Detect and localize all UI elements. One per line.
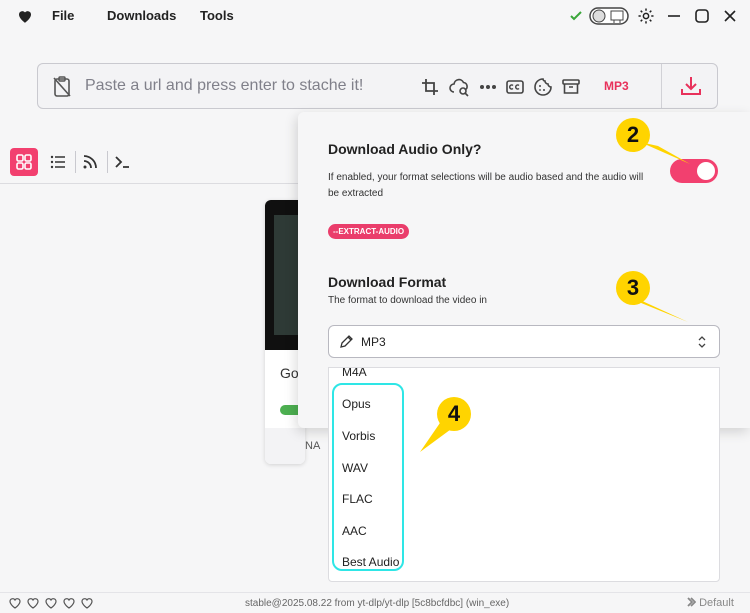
chevron-right-icon xyxy=(687,597,697,607)
theme-toggle-icon[interactable] xyxy=(589,6,629,26)
format-label[interactable]: MP3 xyxy=(604,79,629,93)
cloud-search-icon[interactable] xyxy=(448,77,472,97)
checkmark-icon xyxy=(566,6,586,26)
heart-icon xyxy=(19,11,31,23)
download-format-description: The format to download the video in xyxy=(328,295,487,306)
profile-selector[interactable]: Default xyxy=(686,597,734,609)
format-select-value: MP3 xyxy=(361,335,386,349)
download-icon[interactable] xyxy=(680,75,702,97)
heart-outline-icon xyxy=(63,598,75,609)
settings-icon[interactable] xyxy=(636,6,656,26)
format-select[interactable]: MP3 xyxy=(328,325,720,358)
card-title: Go xyxy=(280,365,299,381)
close-icon[interactable] xyxy=(720,6,740,26)
rss-view-button[interactable] xyxy=(76,148,104,176)
grid-view-button[interactable] xyxy=(10,148,38,176)
dropdown-option[interactable]: M4A xyxy=(342,368,367,379)
version-info: stable@2025.08.22 from yt-dlp/yt-dlp [5c… xyxy=(245,598,510,609)
options-highlight-box xyxy=(332,383,404,571)
chevron-updown-icon xyxy=(698,336,706,348)
terminal-view-button[interactable] xyxy=(108,148,136,176)
audio-only-title: Download Audio Only? xyxy=(328,141,482,157)
cookie-icon[interactable] xyxy=(533,77,553,97)
more-icon[interactable] xyxy=(478,77,498,97)
rss-icon xyxy=(83,155,97,169)
callout-2: 2 xyxy=(616,118,650,152)
grid-icon xyxy=(16,154,32,170)
audio-only-description: If enabled, your format selections will … xyxy=(328,172,644,199)
card-footer-label: NA xyxy=(305,440,321,452)
pencil-icon xyxy=(340,335,353,348)
profile-label: Default xyxy=(699,597,734,609)
url-bar[interactable]: Paste a url and press enter to stache it… xyxy=(37,63,718,109)
heart-outline-icon xyxy=(27,598,39,609)
captions-icon[interactable] xyxy=(505,77,525,97)
crop-icon[interactable] xyxy=(420,77,440,97)
extract-audio-flag-badge: --EXTRACT-AUDIO xyxy=(328,224,410,239)
maximize-icon[interactable] xyxy=(692,6,712,26)
list-icon xyxy=(50,155,65,169)
callout-4: 4 xyxy=(437,397,471,431)
terminal-icon xyxy=(115,156,129,168)
menu-file[interactable]: File xyxy=(52,8,74,23)
toolbar-divider xyxy=(0,183,300,184)
url-input[interactable]: Paste a url and press enter to stache it… xyxy=(85,77,363,95)
download-format-title: Download Format xyxy=(328,274,447,290)
archive-icon[interactable] xyxy=(561,77,581,97)
minimize-icon[interactable] xyxy=(664,6,684,26)
callout-3: 3 xyxy=(616,271,650,305)
heart-outline-icon xyxy=(81,598,93,609)
title-bar: File Downloads Tools xyxy=(0,0,750,32)
menu-tools[interactable]: Tools xyxy=(200,8,234,23)
menu-downloads[interactable]: Downloads xyxy=(107,8,176,23)
card-footer xyxy=(265,428,305,464)
status-bar: stable@2025.08.22 from yt-dlp/yt-dlp [5c… xyxy=(0,592,750,613)
url-divider xyxy=(661,64,662,108)
clipboard-off-icon xyxy=(53,76,71,97)
heart-outline-icon xyxy=(45,598,57,609)
heart-outline-icon xyxy=(9,598,21,609)
list-view-button[interactable] xyxy=(44,148,72,176)
audio-only-toggle[interactable] xyxy=(670,159,718,183)
